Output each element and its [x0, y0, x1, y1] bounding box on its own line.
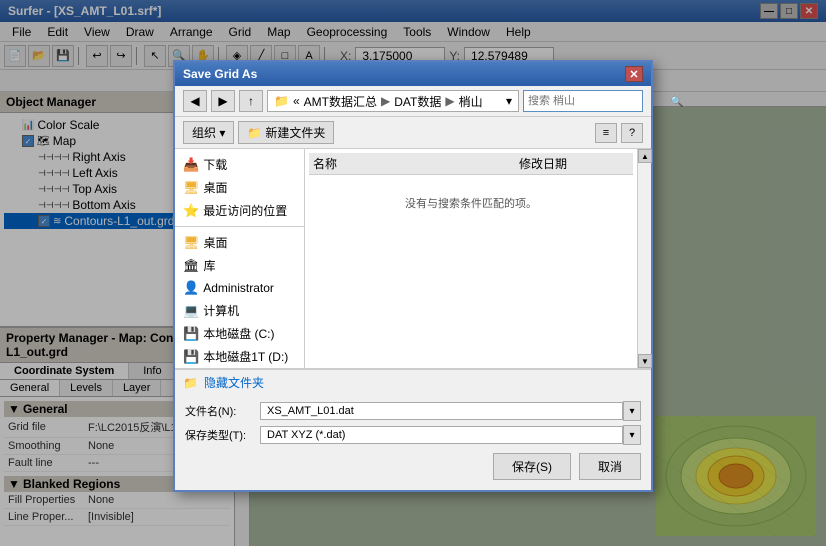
drive-c-label: 本地磁盘 (C:)	[203, 325, 274, 342]
filetype-input[interactable]	[260, 426, 623, 444]
files-scrollbar: ▲ ▼	[637, 149, 651, 368]
nav-back-btn[interactable]: ◀	[183, 90, 207, 112]
dialog-title: Save Grid As	[183, 67, 257, 81]
dialog-nav: ◀ ▶ ↑ 📁 « AMT数据汇总 ▶ DAT数据 ▶ 梢山 ▾ 🔍	[175, 86, 651, 117]
empty-message: 没有与搜索条件匹配的项。	[309, 175, 633, 231]
save-button[interactable]: 保存(S)	[493, 453, 571, 480]
filename-row: 文件名(N): ▾	[185, 401, 641, 421]
filetype-label: 保存类型(T):	[185, 427, 260, 443]
dialog-close-btn[interactable]: ✕	[625, 66, 643, 82]
nav-up-btn[interactable]: ↑	[239, 90, 263, 112]
dialog-files: 名称 修改日期 没有与搜索条件匹配的项。 ▲ ▼	[305, 149, 651, 368]
desktop-icon: 🖥	[183, 180, 200, 196]
breadcrumb-root: AMT数据汇总	[304, 93, 377, 110]
filetype-row: 保存类型(T): ▾	[185, 425, 641, 445]
search-icon: 🔍	[670, 95, 684, 108]
breadcrumb-current: 梢山	[459, 93, 483, 110]
sidebar-item-computer[interactable]: 💻 计算机	[175, 299, 304, 322]
dialog-body: 📥 下载 🖥 桌面 ⭐ 最近访问的位置 🖥 桌面 🏛	[175, 149, 651, 369]
sidebar-item-recent[interactable]: ⭐ 最近访问的位置	[175, 199, 304, 222]
filename-input[interactable]	[260, 402, 623, 420]
recent-label: 最近访问的位置	[203, 202, 287, 219]
organize-label: 组织 ▾	[192, 124, 225, 141]
dialog-tb-right: ≡ ?	[595, 123, 643, 143]
search-input[interactable]	[528, 95, 670, 107]
nav-forward-btn[interactable]: ▶	[211, 90, 235, 112]
col-name-header: 名称	[313, 155, 519, 172]
filename-label: 文件名(N):	[185, 403, 260, 419]
scroll-up-btn[interactable]: ▲	[638, 149, 652, 163]
dialog-sidebar: 📥 下载 🖥 桌面 ⭐ 最近访问的位置 🖥 桌面 🏛	[175, 149, 305, 368]
col-date-header: 修改日期	[519, 155, 629, 172]
drive-c-icon: 💾	[183, 326, 199, 342]
cancel-button[interactable]: 取消	[579, 453, 641, 480]
sidebar-item-library[interactable]: 🏛 库	[175, 254, 304, 277]
sidebar-item-desktop[interactable]: 🖥 桌面	[175, 176, 304, 199]
desktop2-label: 桌面	[204, 234, 228, 251]
recent-icon: ⭐	[183, 203, 199, 219]
sidebar-item-desktop2[interactable]: 🖥 桌面	[175, 231, 304, 254]
breadcrumb-sep1: ▶	[381, 94, 390, 108]
breadcrumb-dropdown[interactable]: ▾	[506, 94, 512, 108]
view-help-btn[interactable]: ?	[621, 123, 643, 143]
breadcrumb-mid: DAT数据	[394, 93, 441, 110]
sidebar-item-download[interactable]: 📥 下载	[175, 153, 304, 176]
sidebar-item-drive-c[interactable]: 💾 本地磁盘 (C:)	[175, 322, 304, 345]
dialog-overlay: Save Grid As ✕ ◀ ▶ ↑ 📁 « AMT数据汇总 ▶ DAT数据…	[0, 0, 826, 546]
new-folder-label: 新建文件夹	[265, 124, 325, 141]
download-label: 下载	[203, 156, 227, 173]
download-icon: 📥	[183, 157, 199, 173]
drive-d-label: 本地磁盘1T (D:)	[203, 348, 288, 365]
breadcrumb-icon: 📁	[274, 94, 289, 108]
view-list-btn[interactable]: ≡	[595, 123, 617, 143]
breadcrumb-bar[interactable]: 📁 « AMT数据汇总 ▶ DAT数据 ▶ 梢山 ▾	[267, 90, 519, 112]
hidden-files-icon: 📁	[183, 376, 198, 390]
dialog-action-row: 保存(S) 取消	[185, 449, 641, 484]
sidebar-item-drive-d[interactable]: 💾 本地磁盘1T (D:)	[175, 345, 304, 368]
breadcrumb-sep2: ▶	[445, 94, 454, 108]
computer-icon: 💻	[183, 303, 199, 319]
hidden-files-row[interactable]: 📁 隐藏文件夹	[175, 369, 651, 395]
breadcrumb-part1: «	[293, 94, 300, 108]
dialog-tb-left: 组织 ▾ 📁 新建文件夹	[183, 121, 334, 144]
library-label: 库	[204, 257, 216, 274]
organize-btn[interactable]: 组织 ▾	[183, 121, 234, 144]
scroll-down-btn[interactable]: ▼	[638, 354, 652, 368]
file-header: 名称 修改日期	[309, 153, 633, 175]
admin-icon: 👤	[183, 280, 199, 296]
new-folder-icon: 📁	[247, 126, 262, 140]
drive-d-icon: 💾	[183, 349, 199, 365]
dialog-footer: 文件名(N): ▾ 保存类型(T): ▾ 保存(S) 取消	[175, 395, 651, 490]
library-icon: 🏛	[183, 258, 200, 274]
sidebar-item-administrator[interactable]: 👤 Administrator	[175, 277, 304, 299]
scroll-track[interactable]	[638, 163, 651, 354]
desktop2-icon: 🖥	[183, 235, 200, 251]
save-grid-dialog: Save Grid As ✕ ◀ ▶ ↑ 📁 « AMT数据汇总 ▶ DAT数据…	[173, 60, 653, 492]
desktop-label: 桌面	[204, 179, 228, 196]
dialog-title-bar: Save Grid As ✕	[175, 62, 651, 86]
hidden-files-label: 隐藏文件夹	[204, 374, 264, 391]
filename-dropdown-btn[interactable]: ▾	[623, 401, 641, 421]
filetype-dropdown-btn[interactable]: ▾	[623, 425, 641, 445]
dialog-toolbar: 组织 ▾ 📁 新建文件夹 ≡ ?	[175, 117, 651, 149]
new-folder-btn[interactable]: 📁 新建文件夹	[238, 121, 334, 144]
computer-label: 计算机	[203, 302, 239, 319]
admin-label: Administrator	[203, 281, 274, 295]
search-box: 🔍	[523, 90, 643, 112]
files-list[interactable]: 名称 修改日期 没有与搜索条件匹配的项。	[305, 149, 637, 368]
